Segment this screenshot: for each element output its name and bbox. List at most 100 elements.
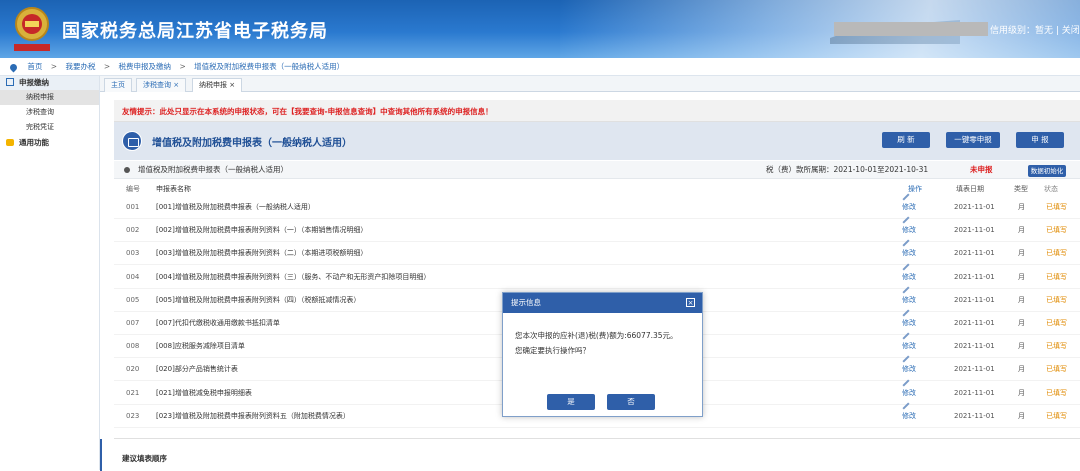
edit-label: 修改 [902, 203, 916, 211]
col-header-state: 状态 [1044, 185, 1058, 193]
edit-label: 修改 [902, 411, 916, 420]
row-form-name[interactable]: [002]增值税及附加税费申报表附列资料（一）（本期销售情况明细） [156, 219, 367, 242]
row-form-name[interactable]: [020]部分产品销售统计表 [156, 358, 238, 381]
row-no: 007 [126, 319, 140, 327]
row-fill-date: 2021-11-01 [954, 342, 995, 351]
zero-filing-button[interactable]: 一键零申报 [946, 132, 1000, 148]
row-type: 月 [1018, 272, 1025, 281]
sidebar-item-tax-query[interactable]: 涉税查询 [0, 105, 99, 120]
tab-bar: 主页 涉税查询 × 纳税申报 × [100, 76, 1080, 92]
grid-icon [6, 78, 14, 86]
breadcrumb-home[interactable]: 首页 [27, 62, 42, 71]
row-no: 003 [126, 249, 140, 258]
tab-tax-query[interactable]: 涉税查询 × [136, 78, 187, 92]
edit-link[interactable]: 修改 [902, 402, 916, 428]
row-state: 已填写 [1046, 226, 1067, 235]
row-state: 已填写 [1046, 411, 1067, 420]
row-form-name[interactable]: [004]增值税及附加税费申报表附列资料（三）（服务、不动产和无形资产扣除项目明… [156, 266, 430, 289]
edit-link[interactable]: 修改 [902, 216, 916, 242]
form-icon [122, 131, 142, 151]
edit-link[interactable]: 修改 [902, 309, 916, 335]
row-form-name[interactable]: [003]增值税及附加税费申报表附列资料（二）（本期进项税额明细） [156, 242, 367, 265]
row-form-name[interactable]: [023]增值税及附加税费申报表附列资料五（附加税费情况表） [156, 405, 350, 428]
edit-label: 修改 [902, 319, 916, 327]
refresh-button[interactable]: 刷 新 [882, 132, 930, 148]
breadcrumb-level3[interactable]: 增值税及附加税费申报表（一般纳税人适用） [194, 62, 344, 71]
credit-level-text[interactable]: 信用级别：暂无 | 关闭 [990, 23, 1080, 36]
data-init-button[interactable]: 数据初始化 [1028, 165, 1066, 177]
breadcrumb: 首页 > 我要办税 > 税费申报及缴纳 > 增值税及附加税费申报表（一般纳税人适… [0, 58, 1080, 76]
tax-emblem-icon [14, 7, 50, 51]
row-type: 月 [1018, 295, 1025, 304]
edit-link[interactable]: 修改 [902, 193, 916, 219]
edit-link[interactable]: 修改 [902, 286, 916, 312]
table-row: 004 [004]增值税及附加税费申报表附列资料（三）（服务、不动产和无形资产扣除… [114, 263, 1080, 289]
radio-selected-icon[interactable] [124, 167, 130, 173]
col-header-name: 申报表名称 [156, 185, 191, 193]
sidebar-section-filing[interactable]: 申报缴纳 [0, 76, 99, 90]
dialog-header: 提示信息 × [503, 293, 702, 313]
row-state: 已填写 [1046, 272, 1067, 281]
table-row: 002 [002]增值税及附加税费申报表附列资料（一）（本期销售情况明细） 2021… [114, 216, 1080, 243]
row-no: 023 [126, 411, 140, 420]
breadcrumb-separator: > [50, 62, 58, 71]
tab-tax-filing[interactable]: 纳税申报 × [192, 78, 243, 92]
fill-order-hint: 建议填表顺序 [100, 438, 1080, 471]
col-header-date: 填表日期 [956, 185, 984, 193]
dialog-message-line2: 您确定要执行操作吗？ [515, 346, 590, 355]
row-fill-date: 2021-11-01 [954, 226, 995, 235]
col-header-op: 操作 [908, 185, 922, 193]
row-form-name[interactable]: [021]增值税减免税申报明细表 [156, 382, 252, 405]
edit-label: 修改 [902, 342, 916, 351]
row-form-name[interactable]: [008]应税服务减除项目清单 [156, 335, 245, 358]
edit-link[interactable]: 修改 [902, 355, 916, 381]
dialog-message: 您本次申报的应补(退)税(费)额为:66077.35元。 您确定要执行操作吗？ [515, 328, 678, 358]
edit-link[interactable]: 修改 [902, 263, 916, 289]
sidebar-section-common[interactable]: 通用功能 [0, 135, 99, 151]
edit-link[interactable]: 修改 [902, 379, 916, 405]
sidebar-section-label: 申报缴纳 [19, 78, 49, 87]
breadcrumb-separator: > [103, 62, 111, 71]
sidebar-item-tax-certificate[interactable]: 完税凭证 [0, 120, 99, 135]
row-form-name[interactable]: [007]代扣代缴税收通用缴款书抵扣清单 [156, 312, 280, 335]
breadcrumb-level2[interactable]: 税费申报及缴纳 [119, 62, 172, 71]
breadcrumb-level1[interactable]: 我要办税 [65, 62, 95, 71]
form-subtitle: 增值税及附加税费申报表（一般纳税人适用） [138, 165, 288, 174]
table-header: 编号 申报表名称 操作 填表日期 类型 状态 [114, 182, 1080, 196]
row-type: 月 [1018, 342, 1025, 351]
row-fill-date: 2021-11-01 [954, 203, 995, 211]
row-fill-date: 2021-11-01 [954, 295, 995, 304]
row-no: 002 [126, 226, 140, 235]
edit-label: 修改 [902, 388, 916, 397]
row-type: 月 [1018, 365, 1025, 374]
row-state: 已填写 [1046, 295, 1067, 304]
row-form-name[interactable]: [001]增值税及附加税费申报表（一般纳税人适用） [156, 196, 315, 219]
redacted-username [834, 22, 988, 36]
form-subheader: 增值税及附加税费申报表（一般纳税人适用） 税（费）款所属期：2021-10-01… [114, 161, 1080, 179]
row-type: 月 [1018, 388, 1025, 397]
submit-filing-button[interactable]: 申 报 [1016, 132, 1064, 148]
row-fill-date: 2021-11-01 [954, 388, 995, 397]
breadcrumb-separator: > [179, 62, 186, 71]
row-type: 月 [1018, 249, 1025, 258]
dialog-message-line1: 您本次申报的应补(退)税(费)额为:66077.35元。 [515, 331, 678, 340]
row-no: 004 [126, 272, 140, 281]
col-header-no: 编号 [126, 185, 140, 193]
yes-button[interactable]: 是 [547, 394, 595, 410]
row-type: 月 [1018, 411, 1025, 420]
row-no: 021 [126, 388, 140, 397]
col-header-type: 类型 [1014, 185, 1028, 193]
row-state: 已填写 [1046, 319, 1067, 327]
sidebar-item-tax-filing[interactable]: 纳税申报 [0, 90, 99, 105]
no-button[interactable]: 否 [607, 394, 655, 410]
header-banner: 国家税务总局江苏省电子税务局 信用级别：暂无 | 关闭 [0, 0, 1080, 58]
row-state: 已填写 [1046, 249, 1067, 258]
dialog-title: 提示信息 [511, 298, 541, 307]
edit-link[interactable]: 修改 [902, 332, 916, 358]
tab-home[interactable]: 主页 [104, 78, 132, 92]
edit-link[interactable]: 修改 [902, 239, 916, 265]
row-form-name[interactable]: [005]增值税及附加税费申报表附列资料（四）（税额抵减情况表） [156, 289, 360, 312]
close-icon[interactable]: × [686, 298, 695, 307]
tax-period: 税（费）款所属期：2021-10-01至2021-10-31 [766, 165, 929, 174]
form-title: 增值税及附加税费申报表（一般纳税人适用） [152, 138, 352, 149]
